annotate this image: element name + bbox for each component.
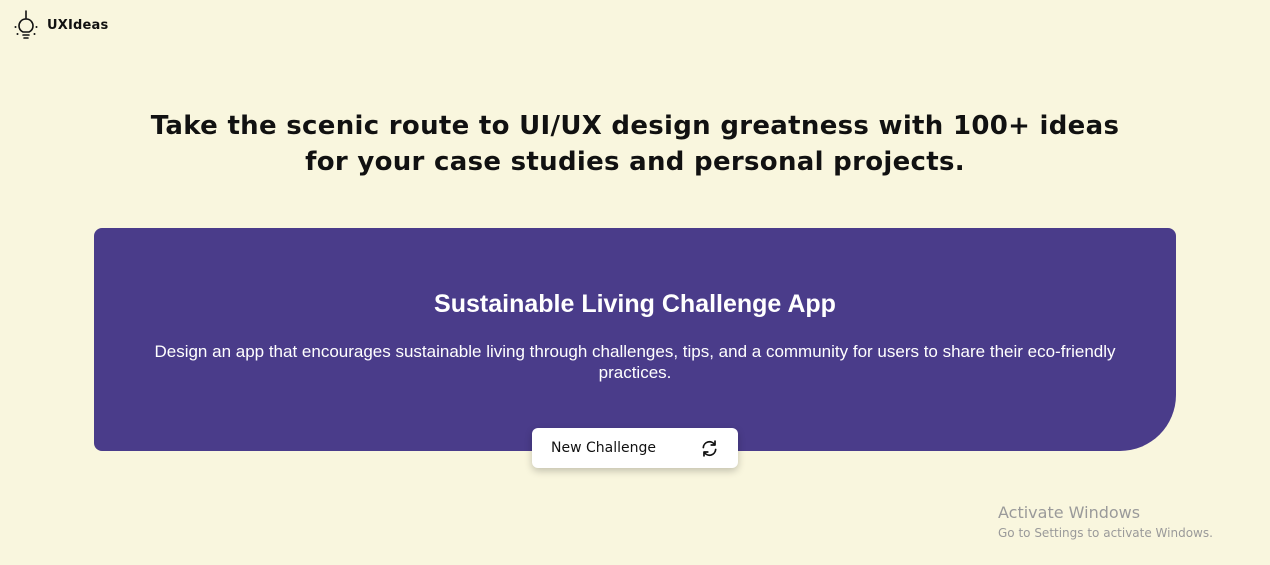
watermark-title: Activate Windows (998, 503, 1141, 522)
challenge-description: Design an app that encourages sustainabl… (154, 342, 1116, 382)
challenge-title: Sustainable Living Challenge App (434, 290, 836, 318)
watermark-subtitle: Go to Settings to activate Windows. (998, 526, 1213, 540)
activate-windows-watermark: Activate Windows Go to Settings to activ… (998, 503, 1213, 541)
new-challenge-label: New Challenge (551, 440, 656, 456)
refresh-icon (702, 440, 717, 457)
hero-headline: Take the scenic route to UI/UX design gr… (150, 111, 1120, 177)
new-challenge-button[interactable]: New Challenge (532, 428, 738, 468)
challenge-card: Sustainable Living Challenge App Design … (94, 228, 1176, 451)
lightbulb-icon (14, 10, 38, 39)
brand-name: UXIdeas (47, 18, 109, 33)
brand-logo[interactable]: UXIdeas (13, 10, 108, 40)
